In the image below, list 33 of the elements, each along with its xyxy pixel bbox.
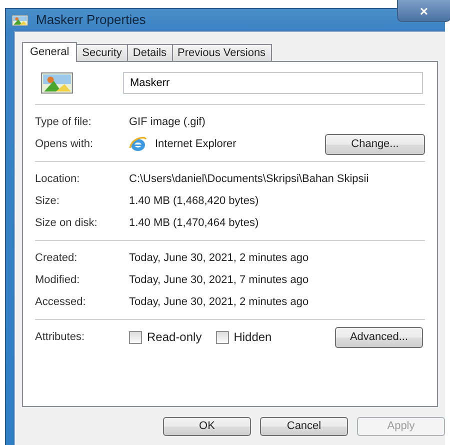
field-label: Modified: [35,272,81,288]
field-value: Today, June 30, 2021, 2 minutes ago [129,250,309,266]
field-value: Today, June 30, 2021, 2 minutes ago [129,294,309,310]
field-label: Accessed: [35,294,87,310]
browser-icon [129,136,147,152]
field-label: Size on disk: [35,216,98,231]
field-value: 1.40 MB (1,468,420 bytes) [129,194,259,209]
file-name-field[interactable]: Maskerr [123,72,423,94]
dialog-button[interactable]: Cancel [260,417,348,436]
field-label: Type of file: [35,114,92,130]
field-label: Opens with: [35,136,94,152]
advanced-button[interactable]: Advanced... [335,326,423,348]
close-button[interactable]: × [397,0,450,22]
tab[interactable]: General [22,42,78,62]
dialog-button[interactable]: OK [163,417,251,436]
tab[interactable]: Security [76,44,128,61]
field-label: Size: [35,194,60,209]
field-label: Location: [35,172,81,187]
change-button[interactable]: Change... [325,134,425,154]
image-file-icon [41,72,73,94]
field-label: Attributes: [35,330,86,345]
image-file-icon [12,14,28,26]
field-value: Today, June 30, 2021, 7 minutes ago [129,272,309,288]
field-value: GIF image (.gif) [129,114,206,130]
checkbox[interactable]: Read-only [129,328,202,346]
field-value: Internet Explorer [155,136,238,152]
tab[interactable]: Previous Versions [172,44,272,61]
field-value: C:\Users\daniel\Documents\Skripsi\Bahan Skipsii [129,172,369,187]
window-title: Maskerr Properties [36,11,146,30]
tab[interactable]: Details [126,44,173,61]
field-value: 1.40 MB (1,470,464 bytes) [129,216,259,231]
field-label: Created: [35,250,78,266]
checkbox[interactable]: Hidden [216,328,272,346]
